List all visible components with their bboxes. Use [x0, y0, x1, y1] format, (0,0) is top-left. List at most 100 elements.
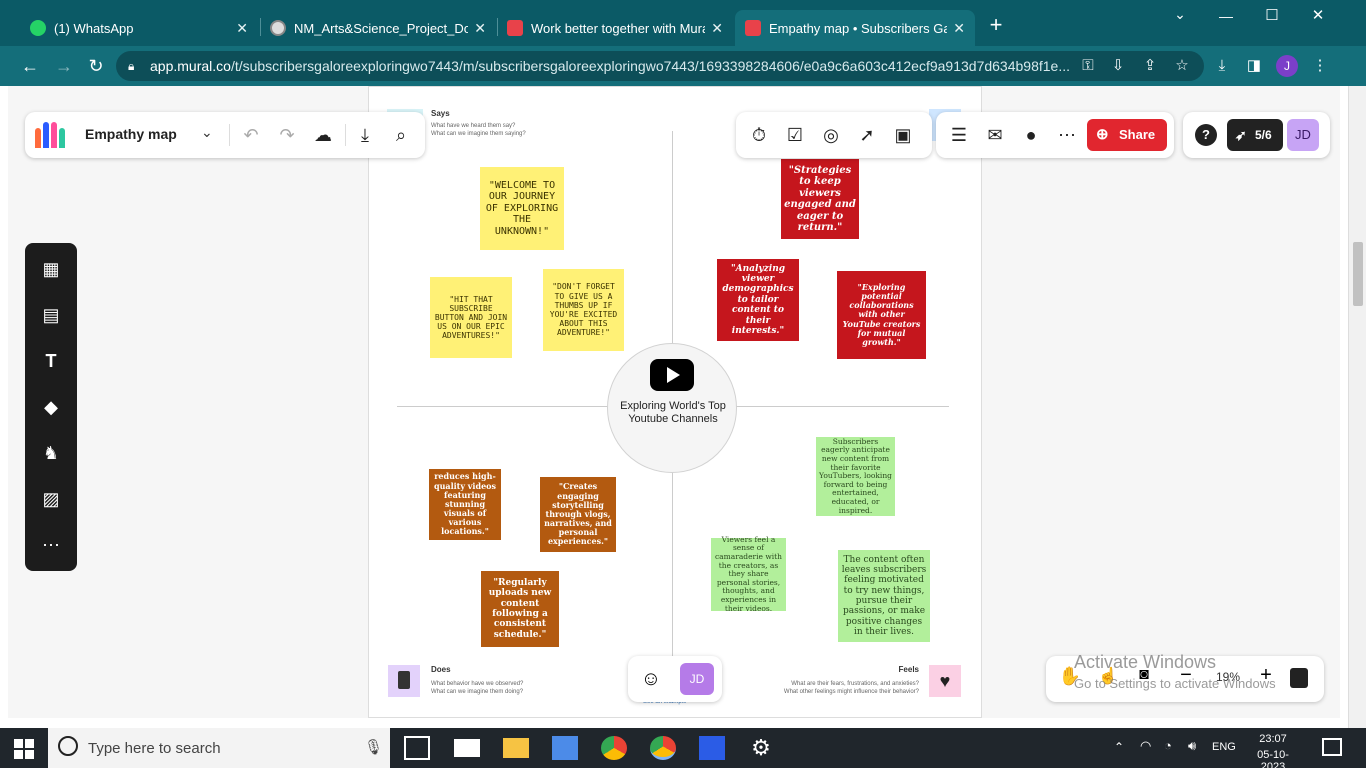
sticky-note[interactable]: "Analyzing viewer demographics to tailor… — [717, 259, 799, 341]
browser-menu-icon[interactable]: ⋮ — [1310, 56, 1330, 76]
sticky-note[interactable]: Subscribers eagerly anticipate new conte… — [816, 437, 895, 516]
show-hidden-icons-chevron[interactable]: ⌃ — [1114, 740, 1124, 754]
board-title-bar: Empathy map ⌄ ↶ ↷ ☁ ⤓ ⌕ — [25, 112, 425, 158]
templates-icon[interactable]: ▦ — [39, 257, 63, 281]
tab-whatsapp[interactable]: (1) WhatsApp ✕ — [20, 10, 258, 46]
bookmark-star-icon[interactable]: ☆ — [1172, 56, 1192, 76]
checkbox-icon[interactable]: ☑ — [780, 120, 810, 150]
side-panel-icon[interactable]: ◨ — [1244, 56, 1264, 76]
minimize-button[interactable]: — — [1216, 8, 1236, 24]
tab-project-doc[interactable]: NM_Arts&Science_Project_Docum ✕ — [260, 10, 496, 46]
user-avatar[interactable]: JD — [1287, 119, 1319, 151]
cloud-saved-icon[interactable]: ☁ — [308, 120, 338, 150]
notifications-icon[interactable] — [1322, 738, 1342, 756]
clock-time[interactable]: 23:07 — [1246, 733, 1300, 745]
more-tools-icon[interactable]: ⋯ — [39, 533, 63, 557]
mural-logo-icon[interactable] — [35, 122, 69, 148]
user-avatar[interactable]: JD — [680, 663, 714, 695]
comment-icon[interactable]: ✉ — [980, 120, 1010, 150]
close-icon[interactable]: ✕ — [953, 20, 965, 37]
close-icon[interactable]: ✕ — [711, 20, 723, 37]
sticky-note[interactable]: "Strategies to keep viewers engaged and … — [781, 159, 859, 239]
tab-empathy-map[interactable]: Empathy map • Subscribers Galo ✕ — [735, 10, 975, 46]
page-scrollbar[interactable] — [1348, 86, 1366, 728]
shapes-icon[interactable]: ◆ — [39, 395, 63, 419]
help-icon[interactable]: ? — [1195, 124, 1217, 146]
network-icon[interactable]: ◠ — [1140, 738, 1151, 754]
chevron-down-icon[interactable]: ⌄ — [201, 124, 213, 141]
new-tab-button[interactable]: + — [986, 14, 1006, 38]
person-icon[interactable]: ● — [1016, 120, 1046, 150]
board-title[interactable]: Empathy map — [85, 126, 177, 142]
sticky-note-icon[interactable]: ▤ — [39, 303, 63, 327]
maximize-button[interactable]: ☐ — [1262, 6, 1282, 24]
more-icon[interactable]: ⋯ — [1052, 120, 1082, 150]
smiley-icon[interactable]: ☺ — [638, 666, 664, 692]
tab-search-chevron-icon[interactable]: ⌄ — [1170, 6, 1190, 23]
volume-icon[interactable]: 🔊︎ — [1188, 738, 1196, 754]
center-circle[interactable]: Exploring World's Top Youtube Channels — [607, 343, 737, 473]
file-explorer-icon[interactable] — [503, 738, 529, 758]
add-person-icon: ⊕ — [1096, 126, 1109, 143]
microphone-icon[interactable]: 🎙︎ — [364, 738, 383, 756]
downloads-icon[interactable]: ⤓ — [1212, 56, 1232, 76]
sticky-note[interactable]: Viewers feel a sense of camaraderie with… — [711, 535, 786, 613]
wifi-icon[interactable]: ◔ — [1164, 738, 1172, 753]
undo-icon[interactable]: ↶ — [236, 120, 266, 150]
reload-icon[interactable]: ↻ — [84, 54, 108, 78]
sticky-note[interactable]: "WELCOME TO OUR JOURNEY OF EXPLORING THE… — [480, 167, 564, 250]
summon-cursor-icon[interactable]: ➚ — [852, 120, 882, 150]
word-icon[interactable] — [699, 736, 725, 760]
tab-title: Empathy map • Subscribers Galo — [769, 20, 948, 36]
toolbox-icon[interactable]: ▣ — [888, 120, 918, 150]
settings-gear-icon[interactable]: ⚙ — [748, 736, 774, 760]
close-icon[interactable]: ✕ — [474, 20, 486, 37]
language-indicator[interactable]: ENG — [1212, 741, 1236, 753]
chrome-icon[interactable] — [601, 736, 627, 760]
outline-icon[interactable]: ☰ — [944, 120, 974, 150]
redo-icon[interactable]: ↷ — [272, 120, 302, 150]
taskbar-search-box[interactable]: Type here to search 🎙︎ — [48, 728, 390, 768]
chrome-profile-icon[interactable] — [650, 736, 676, 760]
close-icon[interactable]: ✕ — [236, 20, 248, 37]
close-window-button[interactable]: ✕ — [1308, 6, 1328, 24]
tab-mural-home[interactable]: Work better together with Mural ✕ — [497, 10, 733, 46]
sticky-note[interactable]: "Creates engaging storytelling through v… — [540, 477, 616, 552]
key-icon[interactable]: ⚿ — [1078, 56, 1098, 76]
fit-screen-icon[interactable] — [1290, 668, 1308, 688]
llama-icon[interactable]: ♞ — [39, 441, 63, 465]
sticky-note[interactable]: "Exploring potential collaborations with… — [837, 271, 926, 359]
back-arrow-icon[interactable]: ← — [18, 54, 42, 78]
mail-icon[interactable] — [454, 739, 480, 757]
download-icon[interactable]: ⤓ — [350, 120, 380, 150]
windows-start-icon[interactable] — [14, 739, 34, 759]
private-mode-icon[interactable]: ◎ — [816, 120, 846, 150]
install-app-icon[interactable]: ⇩ — [1108, 56, 1128, 76]
text-icon[interactable]: T — [39, 349, 63, 373]
timer-icon[interactable]: ⏱ — [744, 120, 774, 150]
play-triangle — [667, 367, 680, 383]
sticky-note[interactable]: "Regularly uploads new content following… — [481, 571, 559, 647]
sticky-note[interactable]: "HIT THAT SUBSCRIBE BUTTON AND JOIN US O… — [430, 277, 512, 358]
profile-avatar[interactable]: J — [1276, 55, 1298, 77]
mural-icon — [507, 20, 523, 36]
store-icon[interactable] — [552, 736, 578, 760]
browser-address-bar: ← → ↻ 🔒︎ app.mural.co/t/subscribersgalor… — [0, 46, 1366, 86]
sticky-note[interactable]: "DON'T FORGET TO GIVE US A THUMBS UP IF … — [543, 269, 624, 351]
sticky-note[interactable]: The content often leaves subscribers fee… — [838, 550, 930, 642]
search-icon[interactable]: ⌕ — [386, 120, 416, 150]
image-icon[interactable]: ▨ — [39, 487, 63, 511]
forward-arrow-icon[interactable]: → — [52, 54, 76, 78]
feels-subtitle: What are their fears, frustrations, and … — [791, 681, 919, 687]
task-view-icon[interactable] — [404, 736, 430, 760]
scrollbar-thumb[interactable] — [1353, 242, 1363, 306]
url-input[interactable]: 🔒︎ app.mural.co/t/subscribersgaloreexplo… — [116, 51, 1204, 81]
presence-button[interactable]: ➶ 5/6 — [1227, 119, 1283, 151]
heart-icon: ♥ — [929, 665, 961, 697]
sticky-note[interactable]: reduces high-quality videos featuring st… — [429, 469, 501, 540]
lock-icon: 🔒︎ — [128, 59, 135, 73]
share-page-icon[interactable]: ⇪ — [1140, 56, 1160, 76]
empathy-map-board[interactable]: Says What have we heard them say? What c… — [368, 86, 982, 718]
clock-date[interactable]: 05-10-2023 — [1246, 749, 1300, 773]
share-button[interactable]: ⊕ Share — [1087, 119, 1167, 151]
